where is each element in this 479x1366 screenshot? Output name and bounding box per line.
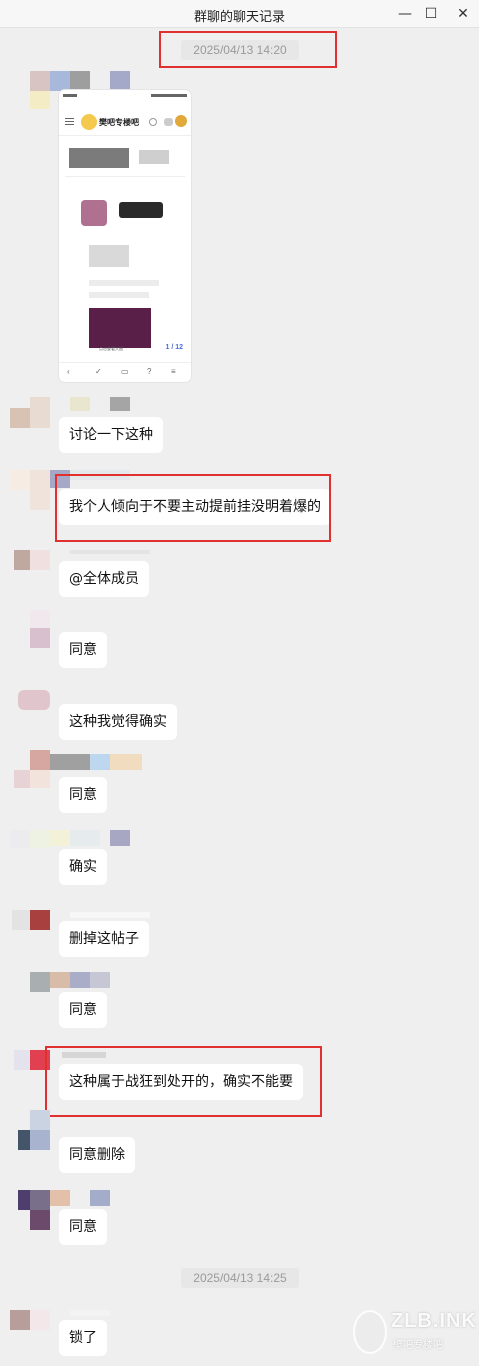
window-titlebar: 群聊的聊天记录 — ☐ ✕	[0, 0, 479, 28]
shared-screenshot-image[interactable]: 樊吧专楼吧 点击查看大图 1 / 12 ‹ ✓ ▭ ? ≡	[59, 90, 191, 382]
blurred-content	[139, 150, 169, 164]
watermark-subtext: 壁吧专楼吧	[393, 1340, 443, 1351]
watermark: ZLB.INK 壁吧专楼吧	[349, 1306, 476, 1360]
page-indicator: 1 / 12	[165, 344, 183, 351]
back-icon: ‹	[67, 367, 70, 376]
message-bubble[interactable]: 这种我觉得确实	[59, 704, 177, 740]
highlight-box	[159, 31, 337, 68]
timestamp: 2025/04/13 14:25	[181, 1268, 299, 1288]
user-avatar-icon	[175, 115, 187, 127]
home-icon: ▭	[121, 367, 129, 376]
post-thumbnail	[81, 200, 107, 226]
help-icon: ?	[147, 367, 152, 376]
message-bubble[interactable]: 锁了	[59, 1320, 107, 1356]
message-bubble[interactable]: 同意	[59, 992, 107, 1028]
blurred-content	[69, 148, 129, 168]
highlight-box	[45, 1046, 322, 1117]
message-bubble[interactable]: 同意	[59, 1209, 107, 1245]
mascot-icon	[353, 1310, 387, 1354]
watermark-text: ZLB.INK	[391, 1310, 477, 1332]
message-bubble[interactable]: 同意	[59, 632, 107, 668]
phone-status-bar	[59, 90, 191, 102]
message-bubble[interactable]: 讨论一下这种	[59, 417, 163, 453]
message-bubble[interactable]: @全体成员	[59, 561, 149, 597]
menu-icon	[65, 118, 74, 119]
message-bubble[interactable]: 确实	[59, 849, 107, 885]
blurred-content	[89, 245, 129, 267]
message-bubble[interactable]: 删掉这帖子	[59, 921, 149, 957]
phone-bottom-nav: ‹ ✓ ▭ ? ≡	[59, 362, 191, 382]
app-logo-icon	[81, 114, 97, 130]
app-header: 樊吧专楼吧	[59, 108, 191, 136]
post-image	[89, 308, 151, 348]
message-bubble[interactable]: 同意删除	[59, 1137, 135, 1173]
maximize-button[interactable]: ☐	[420, 4, 442, 24]
message-bubble[interactable]: 同意	[59, 777, 107, 813]
app-name: 樊吧专楼吧	[99, 118, 139, 127]
minimize-button[interactable]: —	[394, 4, 416, 24]
image-caption: 点击查看大图	[99, 346, 123, 351]
edit-icon: ✓	[95, 367, 102, 376]
list-icon: ≡	[171, 367, 176, 376]
highlight-box	[55, 474, 331, 542]
post-badge	[119, 202, 163, 218]
message-icon	[164, 118, 173, 126]
search-icon	[149, 118, 157, 126]
close-button[interactable]: ✕	[452, 4, 474, 24]
